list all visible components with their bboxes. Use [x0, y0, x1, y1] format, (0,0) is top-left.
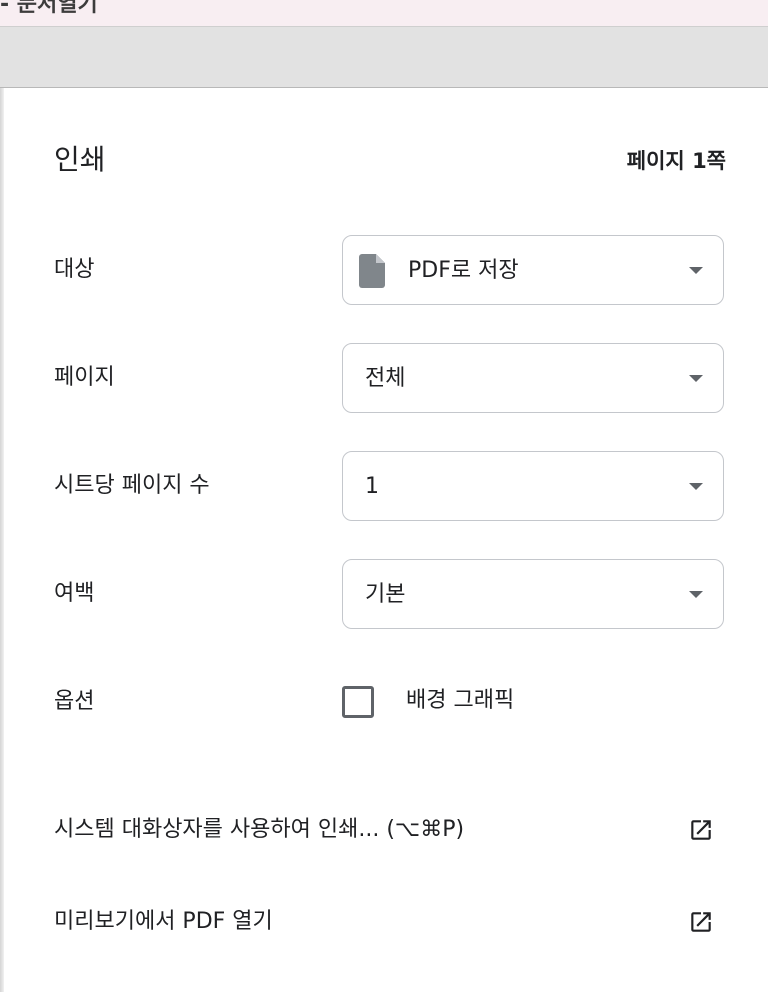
- options-label: 옵션: [54, 689, 95, 714]
- pages-per-sheet-select[interactable]: 1: [342, 451, 724, 521]
- toolbar-band: [0, 27, 768, 88]
- dropdown-caret-icon: [689, 267, 703, 274]
- background-graphics-label[interactable]: 배경 그래픽: [406, 686, 514, 716]
- print-dialog-title: 인쇄: [54, 143, 106, 176]
- destination-select[interactable]: PDF로 저장: [342, 235, 724, 305]
- background-graphics-checkbox[interactable]: [342, 686, 374, 718]
- system-dialog-link[interactable]: 시스템 대화상자를 사용하여 인쇄... (⌥⌘P): [54, 811, 726, 851]
- pages-per-sheet-label: 시트당 페이지 수: [54, 473, 210, 498]
- open-in-new-icon: [691, 912, 711, 932]
- document-icon: [359, 254, 385, 288]
- margins-select[interactable]: 기본: [342, 559, 724, 629]
- window-title-strip: - 문서열기: [0, 0, 768, 27]
- window-title-partial: - 문서열기: [0, 0, 98, 17]
- pages-select[interactable]: 전체: [342, 343, 724, 413]
- dropdown-caret-icon: [689, 483, 703, 490]
- dropdown-caret-icon: [689, 591, 703, 598]
- margins-value: 기본: [365, 582, 406, 607]
- pages-label: 페이지: [54, 365, 115, 390]
- open-pdf-in-preview-link[interactable]: 미리보기에서 PDF 열기: [54, 903, 726, 943]
- dropdown-caret-icon: [689, 375, 703, 382]
- open-pdf-in-preview-label: 미리보기에서 PDF 열기: [54, 909, 273, 934]
- page-count: 페이지 1쪽: [626, 149, 726, 173]
- pages-per-sheet-value: 1: [365, 474, 379, 499]
- margins-label: 여백: [54, 581, 95, 606]
- destination-value: PDF로 저장: [408, 258, 519, 283]
- system-dialog-link-label: 시스템 대화상자를 사용하여 인쇄... (⌥⌘P): [54, 817, 465, 842]
- open-in-new-icon: [691, 820, 711, 840]
- pages-value: 전체: [365, 366, 406, 391]
- dialog-edge-shadow: [0, 88, 4, 992]
- destination-label: 대상: [54, 257, 95, 282]
- print-dialog: 인쇄 페이지 1쪽 대상 PDF로 저장 페이지 전체 시트당 페이지 수 1 …: [0, 88, 768, 992]
